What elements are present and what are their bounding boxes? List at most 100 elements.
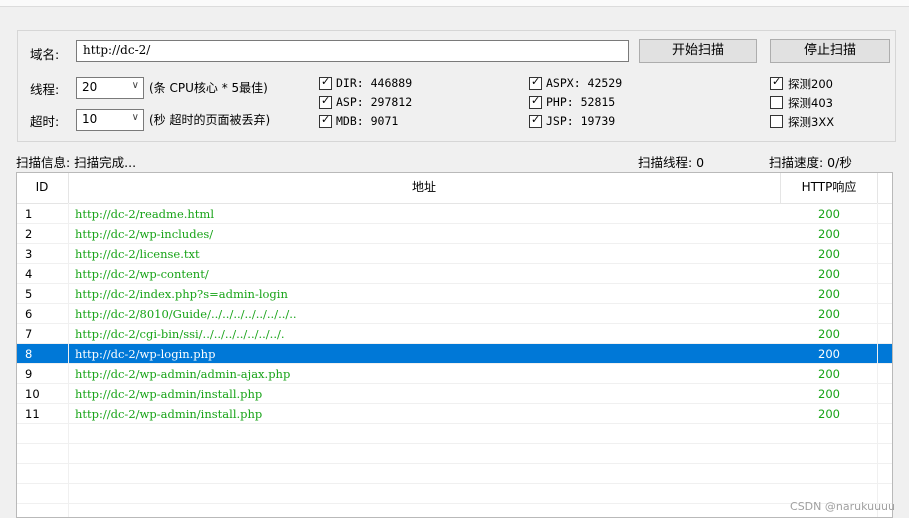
grid-line [17,303,892,304]
row-url: http://dc-2/wp-login.php [75,347,216,361]
check-icon: ✓ [531,113,541,126]
table-row[interactable]: 1 http://dc-2/readme.html 200 [17,204,892,224]
chevron-down-icon: ∨ [131,112,139,123]
column-line [877,203,878,517]
row-url: http://dc-2/wp-content/ [75,267,209,281]
timeout-hint: (秒 超时的页面被丢弃) [149,113,271,127]
scan-info-text: 扫描信息: 扫描完成... [16,155,137,170]
dict-checkbox[interactable]: ✓ [319,113,332,128]
domain-label: 域名: [30,47,60,62]
row-url: http://dc-2/wp-admin/admin-ajax.php [75,367,291,381]
row-id: 2 [25,227,33,241]
row-http-code: 200 [818,307,840,321]
watermark: CSDN @narukuuuu [790,500,895,513]
row-id: 7 [25,327,33,341]
dict-checkbox[interactable]: ✓ [529,113,542,128]
table-row[interactable]: 5 http://dc-2/index.php?s=admin-login 200 [17,284,892,304]
dict-label: MDB: 9071 [336,114,399,128]
grid-line [17,423,892,424]
grid-line [17,343,892,344]
row-id: 8 [25,347,33,361]
dict-checkbox[interactable]: ✓ [529,75,542,90]
row-http-code: 200 [818,287,840,301]
probe-checkbox[interactable] [770,115,783,128]
dict-label: ASP: 297812 [336,95,413,109]
row-url: http://dc-2/readme.html [75,207,215,221]
probe-checkbox[interactable] [770,96,783,109]
row-http-code: 200 [818,407,840,421]
row-url: http://dc-2/license.txt [75,247,200,261]
timeout-value: 10 [82,112,98,126]
column-header-id[interactable]: ID [17,173,67,203]
results-header: ID 地址 HTTP响应 [17,173,892,204]
check-icon: ✓ [531,94,541,107]
column-header-http-response[interactable]: HTTP响应 [781,173,877,203]
stop-scan-button[interactable]: 停止扫描 [770,39,890,63]
threads-select[interactable]: 20 ∨ [76,77,144,99]
check-icon: ✓ [772,75,782,88]
row-http-code: 200 [818,367,840,381]
table-row[interactable]: 7 http://dc-2/cgi-bin/ssi/../../../../../… [17,324,892,344]
grid-line [17,363,892,364]
row-id: 4 [25,267,33,281]
scan-speed-text: 扫描速度: 0/秒 [769,155,852,170]
start-scan-button[interactable]: 开始扫描 [639,39,757,63]
row-url: http://dc-2/index.php?s=admin-login [75,287,288,301]
probe-label: 探测403 [788,96,833,110]
timeout-select[interactable]: 10 ∨ [76,109,144,131]
table-row[interactable]: 6 http://dc-2/8010/Guide/../../../../../.… [17,304,892,324]
row-id: 6 [25,307,33,321]
probe-label: 探测200 [788,77,833,91]
row-id: 10 [25,387,40,401]
table-row[interactable]: 2 http://dc-2/wp-includes/200 [17,224,892,244]
table-row[interactable]: 11 http://dc-2/wp-admin/install.php 200 [17,404,892,424]
column-header-address[interactable]: 地址 [69,173,779,203]
dict-label: PHP: 52815 [546,95,616,109]
check-icon: ✓ [531,75,541,88]
table-row[interactable]: 4 http://dc-2/wp-content/200 [17,264,892,284]
dict-checkbox[interactable]: ✓ [319,94,332,109]
table-row[interactable]: 9 http://dc-2/wp-admin/admin-ajax.php 200 [17,364,892,384]
window-top-band [0,0,909,7]
grid-line [17,463,892,464]
row-url: http://dc-2/wp-admin/install.php [75,387,263,401]
row-id: 1 [25,207,33,221]
row-http-code: 200 [818,327,840,341]
grid-line [17,443,892,444]
probe-checkbox[interactable]: ✓ [770,75,783,90]
timeout-label: 超时: [30,114,60,129]
table-row[interactable]: 8 http://dc-2/wp-login.php 200 [17,344,892,364]
row-url: http://dc-2/8010/Guide/../../../../../..… [75,307,297,321]
row-http-code: 200 [781,347,877,361]
row-id: 3 [25,247,33,261]
row-http-code: 200 [818,267,840,281]
table-row[interactable]: 3 http://dc-2/license.txt 200 [17,244,892,264]
row-http-code: 200 [818,207,840,221]
row-url: http://dc-2/wp-includes/ [75,227,214,241]
grid-line [17,503,892,504]
check-icon: ✓ [321,113,331,126]
column-line [68,203,69,517]
domain-input[interactable]: http://dc-2/ [76,40,629,62]
dict-checkbox[interactable]: ✓ [319,75,332,90]
grid-line [17,243,892,244]
grid-line [17,223,892,224]
row-id: 9 [25,367,33,381]
dict-label: DIR: 446889 [336,76,413,90]
row-http-code: 200 [818,227,840,241]
dict-label: ASPX: 42529 [546,76,623,90]
threads-label: 线程: [30,82,60,97]
results-list[interactable]: ID 地址 HTTP响应 1 http://dc-2/readme.html 200… [16,172,893,518]
dict-checkbox[interactable]: ✓ [529,94,542,109]
dict-label: JSP: 19739 [546,114,616,128]
row-id: 11 [25,407,40,421]
table-row[interactable]: 10 http://dc-2/wp-admin/install.php 200 [17,384,892,404]
row-http-code: 200 [818,387,840,401]
row-url: http://dc-2/wp-admin/install.php [75,407,263,421]
threads-hint: (条 CPU核心 * 5最佳) [149,81,268,95]
scan-threads-text: 扫描线程: 0 [638,155,705,170]
check-icon: ✓ [321,75,331,88]
check-icon: ✓ [321,94,331,107]
grid-line [17,403,892,404]
chevron-down-icon: ∨ [131,80,139,91]
